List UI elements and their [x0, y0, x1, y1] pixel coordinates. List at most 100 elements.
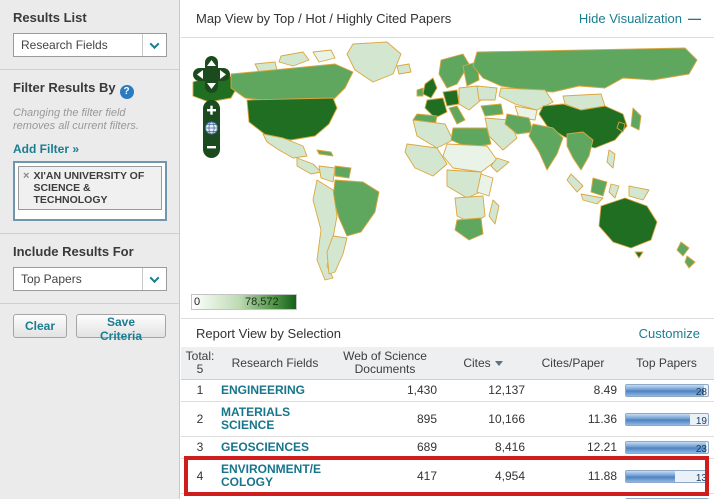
country-tasmania	[635, 252, 643, 258]
cites-value: 4,954	[439, 459, 527, 494]
remove-filter-icon[interactable]: ×	[23, 170, 29, 206]
results-list-selected-value: Research Fields	[21, 38, 108, 52]
row-rank: 2	[181, 402, 219, 437]
table-row: 3 GEOSCIENCES 689 8,416 12.21 23	[181, 437, 714, 459]
country-borneo	[591, 178, 607, 196]
cites-per-paper-value: 11.36	[527, 402, 619, 437]
country-germany	[443, 90, 459, 106]
sidebar: Results List Research Fields Filter Resu…	[0, 0, 180, 499]
country-caribbean	[317, 150, 333, 156]
globe-reset-icon[interactable]	[206, 122, 218, 134]
country-canada	[231, 64, 353, 104]
filter-tag: × XI'AN UNIVERSITY OF SCIENCE & TECHNOLO…	[18, 166, 162, 210]
map-view-header: Map View by Top / Hot / Highly Cited Pap…	[181, 0, 714, 38]
country-usa	[247, 98, 337, 140]
country-turkey	[481, 104, 503, 116]
country-sumatra	[567, 174, 583, 192]
save-criteria-button[interactable]: Save Criteria	[76, 314, 166, 338]
country-australia	[599, 198, 657, 248]
country-sulawesi	[609, 184, 619, 198]
documents-value: 4,875	[331, 494, 439, 499]
country-greenland	[347, 42, 401, 82]
world-map[interactable]	[185, 40, 711, 288]
table-row: 1 ENGINEERING 1,430 12,137 8.49 28	[181, 380, 714, 402]
research-field-link[interactable]: MATERIALS SCIENCE	[221, 406, 329, 432]
legend-max-value: 78,572	[245, 296, 279, 308]
top-papers-bar: 28	[625, 384, 709, 397]
top-papers-value: 23	[696, 443, 707, 454]
top-papers-bar: 23	[625, 441, 709, 454]
map-area	[181, 38, 714, 291]
column-header-documents[interactable]: Web of Science Documents	[331, 347, 439, 380]
zoom-out-icon[interactable]	[207, 146, 216, 148]
page-root: Results List Research Fields Filter Resu…	[0, 0, 714, 499]
cites-value: 10,166	[439, 402, 527, 437]
main-panel: Map View by Top / Hot / Highly Cited Pap…	[181, 0, 714, 499]
legend-gradient-bar	[191, 294, 297, 310]
country-iceland	[397, 64, 411, 74]
cites-value: 12,137	[439, 380, 527, 402]
clear-button[interactable]: Clear	[13, 314, 67, 338]
column-header-cites-per-paper[interactable]: Cites/Paper	[527, 347, 619, 380]
row-rank: 1	[181, 380, 219, 402]
country-new-zealand	[677, 242, 689, 256]
cites-per-paper-value: 11.88	[527, 459, 619, 494]
help-icon[interactable]: ?	[120, 85, 134, 99]
research-field-link[interactable]: ENVIRONMENT/ECOLOGY	[221, 463, 329, 489]
customize-link[interactable]: Customize	[639, 326, 700, 341]
table-row: 2 MATERIALS SCIENCE 895 10,166 11.36 19	[181, 402, 714, 437]
column-header-top-papers[interactable]: Top Papers	[619, 347, 714, 380]
cites-per-paper-value: 8.49	[527, 380, 619, 402]
top-papers-value: 28	[696, 386, 707, 397]
map-navigation-control	[191, 54, 233, 166]
include-results-dropdown[interactable]: Top Papers	[13, 267, 167, 291]
hide-visualization-link[interactable]: Hide Visualization—	[579, 11, 700, 26]
add-filter-link[interactable]: Add Filter »	[13, 142, 79, 156]
documents-value: 1,430	[331, 380, 439, 402]
report-table: Total: 5 Research Fields Web of Science …	[181, 347, 714, 499]
country-russia	[473, 48, 697, 92]
column-header-research-fields[interactable]: Research Fields	[219, 347, 331, 380]
map-legend: 0 78,572	[181, 291, 714, 318]
results-list-dropdown[interactable]: Research Fields	[13, 33, 167, 57]
country-south-africa	[455, 218, 483, 240]
row-rank: 0	[181, 494, 219, 499]
legend-min-value: 0	[194, 296, 200, 308]
chevron-down-icon	[142, 34, 166, 56]
country-japan	[631, 108, 641, 130]
top-papers-value: 13	[696, 472, 707, 483]
documents-value: 895	[331, 402, 439, 437]
report-view-header: Report View by Selection Customize	[181, 318, 714, 347]
cites-per-paper-value: 9.98	[527, 494, 619, 499]
country-sudan-sahel	[443, 144, 497, 172]
research-field-link[interactable]: GEOSCIENCES	[221, 441, 329, 454]
documents-value: 417	[331, 459, 439, 494]
country-southeast-asia	[567, 132, 593, 170]
country-new-guinea	[629, 186, 649, 200]
filter-tag-label: XI'AN UNIVERSITY OF SCIENCE & TECHNOLOGY	[33, 170, 157, 206]
cites-value: 48,650	[439, 494, 527, 499]
top-papers-bar: 13	[625, 470, 709, 483]
country-uk	[423, 78, 437, 98]
country-west-africa	[405, 144, 447, 176]
row-rank: 3	[181, 437, 219, 459]
top-papers-bar: 19	[625, 413, 709, 426]
country-brazil	[333, 180, 379, 236]
active-filters-box: × XI'AN UNIVERSITY OF SCIENCE & TECHNOLO…	[13, 161, 167, 221]
country-arctic-islands	[313, 50, 335, 62]
include-results-selected-value: Top Papers	[21, 272, 82, 286]
country-new-zealand	[685, 256, 695, 268]
table-row: 0 ALL FIELDS 4,875 48,650 9.98 112	[181, 494, 714, 499]
map-view-title: Map View by Top / Hot / Highly Cited Pap…	[196, 11, 451, 26]
report-view-title: Report View by Selection	[196, 326, 341, 341]
country-ukraine	[477, 86, 497, 100]
filter-results-by-label: Filter Results By?	[13, 80, 166, 99]
column-header-cites-sorted[interactable]: Cites	[439, 347, 527, 380]
column-header-total: Total: 5	[181, 347, 219, 380]
top-papers-value: 19	[696, 415, 707, 426]
cites-value: 8,416	[439, 437, 527, 459]
research-field-link[interactable]: ENGINEERING	[221, 384, 329, 397]
table-header-row: Total: 5 Research Fields Web of Science …	[181, 347, 714, 380]
row-rank: 4	[181, 459, 219, 494]
country-ireland	[417, 88, 423, 96]
